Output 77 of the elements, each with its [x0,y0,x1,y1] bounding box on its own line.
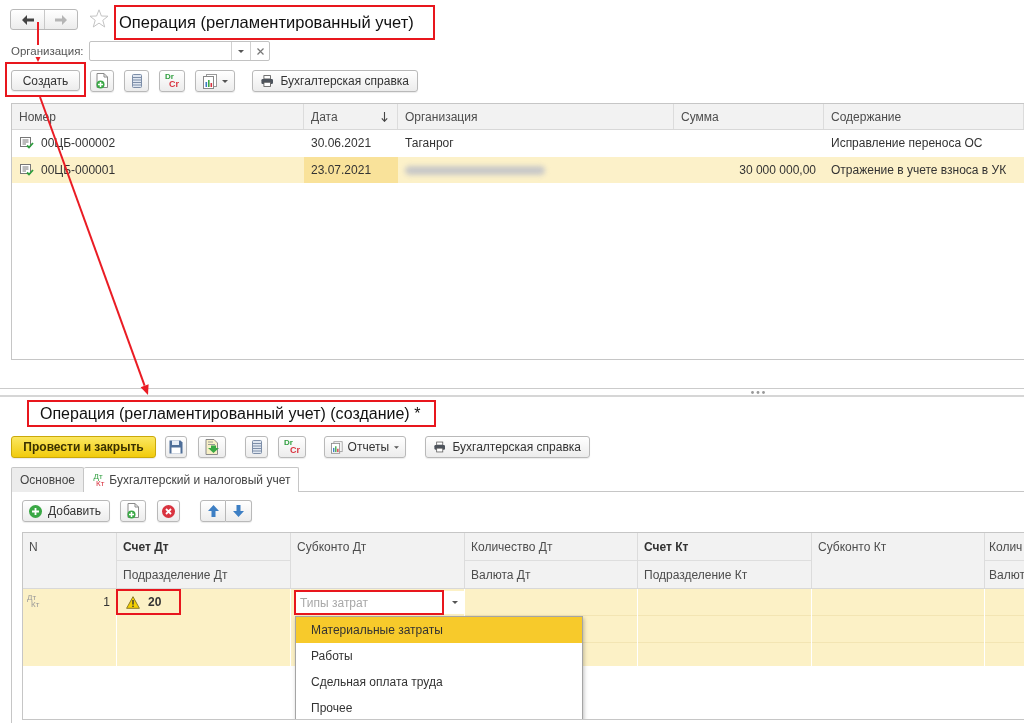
caret-icon [394,445,399,449]
dropdown-option[interactable]: Прочее [296,695,582,719]
column-header[interactable]: Содержание [824,104,1024,129]
column-header[interactable]: Субконто Дт [291,533,464,561]
tab[interactable]: Основное [11,467,84,492]
document-check-icon [20,137,34,149]
column-header[interactable]: Сумма [674,104,824,129]
table-cell-text: 30 000 000,00 [738,162,817,179]
report-button[interactable]: Бухгалтерская справка [425,436,590,458]
dropdown-button[interactable] [445,591,464,614]
caret-icon [238,49,244,53]
document-plus-button[interactable] [90,70,114,92]
move-up-button[interactable] [200,500,226,522]
printer-icon [434,440,446,454]
column-header[interactable]: Счет Кт [638,533,811,561]
column-header[interactable]: Счет Дт [117,533,290,561]
table-cell-text: Отражение в учете взноса в УК [830,162,1008,179]
account-code: 20 [148,595,162,609]
list-button[interactable] [245,436,268,458]
create-button[interactable]: Создать [11,70,80,91]
organization-field[interactable] [89,41,270,61]
report-icon [202,73,217,89]
delete-circle-icon [162,504,175,518]
report-icon [331,439,343,455]
down-arrow-icon [233,505,244,517]
left-arrow-icon [21,14,34,25]
column-header[interactable]: Субконто Кт [812,533,984,561]
dr-cr-button[interactable]: Dr Cr [278,436,306,458]
dropdown-option[interactable]: Работы [296,643,582,669]
up-arrow-icon [207,505,219,517]
column-header[interactable]: Дата [304,104,398,129]
document-plus-icon [126,503,140,519]
column-header[interactable]: Организация [398,104,674,129]
column-header[interactable]: Подразделение Дт [117,561,290,588]
table-cell: 23.07.2021 [304,157,398,183]
list-button[interactable] [124,70,149,92]
table-cell: Таганрог [405,136,454,150]
document-plus-icon [95,73,109,89]
add-button[interactable]: Добавить [22,500,110,522]
list-icon [131,74,142,88]
move-down-button[interactable] [226,500,252,522]
row-number: 1 [103,594,110,610]
star-icon[interactable] [89,9,109,28]
column-header[interactable]: Подразделение Кт [638,561,811,588]
reports-menu-button[interactable]: Отчеты [324,436,406,458]
save-button[interactable] [165,436,187,458]
report-button[interactable]: Бухгалтерская справка [252,70,418,92]
dr-cr-button[interactable]: Dr Cr [159,70,185,92]
dropdown-option[interactable]: Сдельная оплата труда [296,669,582,695]
close-icon [256,47,264,55]
entry-type-mark: Дт Кт [27,594,40,608]
post-and-close-button[interactable]: Провести и закрыть [11,436,156,458]
caret-icon [221,79,228,83]
column-header[interactable]: Количество Дт [465,533,637,561]
form-title: Операция (регламентированный учет) (создание) * [40,403,421,424]
document-arrow-button[interactable] [198,436,226,458]
document-check-icon [20,164,34,176]
column-header[interactable]: N [23,533,116,561]
table-cell-text: Исправление переноса ОС [830,135,984,152]
column-header[interactable]: Валют [985,561,1024,588]
printer-icon [261,74,274,88]
sort-down-icon [381,111,388,122]
document-plus-button[interactable] [120,500,146,522]
column-header[interactable]: Валюта Дт [465,561,637,588]
right-arrow-icon [55,14,67,25]
delete-button[interactable] [157,500,180,522]
plus-circle-icon [29,504,42,518]
column-header[interactable]: Колич [985,533,1024,561]
document-arrow-icon [204,439,220,455]
window-title: Операция (регламентированный учет) [119,12,414,33]
table-cell-text: 30.06.2021 [310,135,373,152]
dropdown-option[interactable]: Материальные затраты [296,617,582,643]
filter-label: Организация: [11,45,84,57]
grip-dots-icon [751,390,765,394]
report-menu-button[interactable] [195,70,235,92]
caret-icon [451,601,458,604]
list-icon [251,440,262,454]
